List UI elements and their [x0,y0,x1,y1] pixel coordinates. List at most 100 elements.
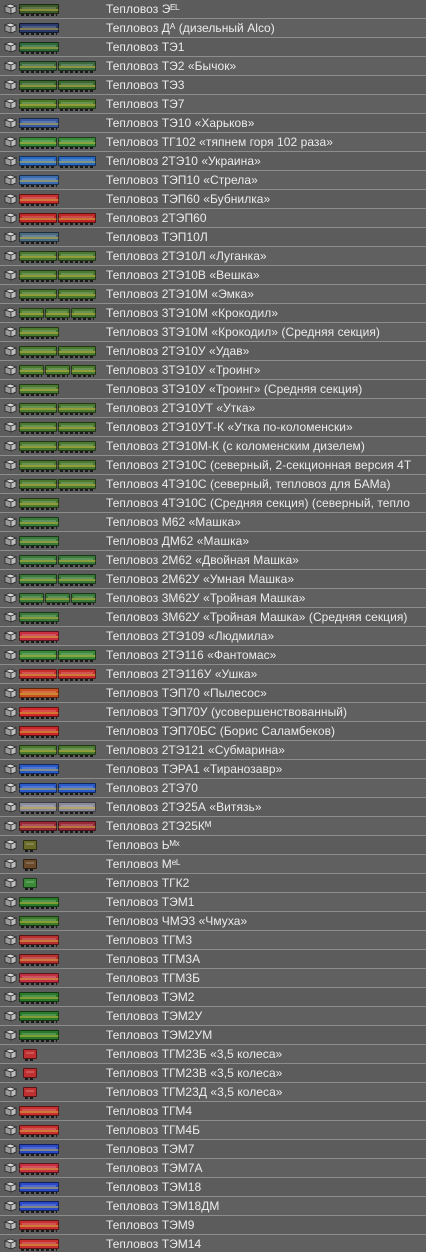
locomotive-thumbnail-icon [19,495,97,511]
list-item[interactable]: Тепловоз Мᵉᴸ [0,855,426,874]
list-item[interactable]: Тепловоз ТЭМ9 [0,1216,426,1235]
list-item[interactable]: Тепловоз 2ТЭ116У «Ушка» [0,665,426,684]
list-item[interactable]: Тепловоз 3ТЭ10М «Крокодил» [0,304,426,323]
locomotive-car [19,403,57,415]
locomotive-thumbnail-icon [19,609,97,625]
locomotive-thumbnail-icon [19,115,97,131]
list-item[interactable]: Тепловоз 2ТЭ109 «Людмила» [0,627,426,646]
list-item[interactable]: Тепловоз Эᴱᴸ [0,0,426,19]
list-item[interactable]: Тепловоз 3ТЭ10У «Троинг» [0,361,426,380]
list-item[interactable]: Тепловоз ТЭ1 [0,38,426,57]
list-item[interactable]: Тепловоз ТЭМ2УМ [0,1026,426,1045]
cube-icon [4,117,17,129]
list-item[interactable]: Тепловоз ТГМ23Д «3,5 колеса» [0,1083,426,1102]
list-item[interactable]: Тепловоз 3М62У «Тройная Машка» [0,589,426,608]
list-item[interactable]: Тепловоз 4ТЭ10С (северный, тепловоз для … [0,475,426,494]
list-item[interactable]: Тепловоз ТГМ23В «3,5 колеса» [0,1064,426,1083]
cube-icon [4,174,17,186]
list-item[interactable]: Тепловоз ТГМ3Б [0,969,426,988]
list-item[interactable]: Тепловоз 2ТЭ25А «Витязь» [0,798,426,817]
list-item[interactable]: Тепловоз 3ТЭ10У «Троинг» (Средняя секция… [0,380,426,399]
locomotive-thumbnail-icon [19,685,97,701]
list-item[interactable]: Тепловоз ТГ102 «тяпнем горя 102 раза» [0,133,426,152]
list-item[interactable]: Тепловоз ТЭМ2 [0,988,426,1007]
list-item[interactable]: Тепловоз 2ТЭ10 «Украина» [0,152,426,171]
list-item[interactable]: Тепловоз ТЭРА1 «Тиранозавр» [0,760,426,779]
cube-icon [4,573,17,585]
list-item[interactable]: Тепловоз 2ТЭ70 [0,779,426,798]
locomotive-car [19,745,57,757]
list-item[interactable]: Тепловоз ТЭП70 «Пылесос» [0,684,426,703]
list-item-label: Тепловоз ТЭМ7А [106,1161,203,1175]
list-item[interactable]: Тепловоз ТЭП70У (усовершенствованный) [0,703,426,722]
locomotive-car [19,232,59,244]
list-item[interactable]: Тепловоз 2М62 «Двойная Машка» [0,551,426,570]
locomotive-car [19,821,57,833]
list-item[interactable]: Тепловоз ТЭ7 [0,95,426,114]
list-item[interactable]: Тепловоз ТГМ3 [0,931,426,950]
list-item[interactable]: Тепловоз ТЭП10Л [0,228,426,247]
list-item-label: Тепловоз 2ТЭ25А «Витязь» [106,800,262,814]
cube-icon [4,345,17,357]
list-item[interactable]: Тепловоз ТЭ3 [0,76,426,95]
locomotive-car [58,802,96,814]
locomotive-car [19,1144,59,1156]
list-item[interactable]: Тепловоз ТГМ23Б «3,5 колеса» [0,1045,426,1064]
list-item[interactable]: Тепловоз 3ТЭ10М «Крокодил» (Средняя секц… [0,323,426,342]
vehicle-list[interactable]: Тепловоз Эᴱᴸ Тепловоз Дᴬ (дизельный Alco)… [0,0,426,1252]
list-item[interactable]: Тепловоз 2М62У «Умная Машка» [0,570,426,589]
locomotive-car [19,251,57,263]
list-item[interactable]: Тепловоз ТЭМ14 [0,1235,426,1252]
list-item[interactable]: Тепловоз ЧМЭ3 «Чмуха» [0,912,426,931]
list-item[interactable]: Тепловоз 2ТЭ116 «Фантомас» [0,646,426,665]
list-item[interactable]: Тепловоз 2ТЭ10Л «Луганка» [0,247,426,266]
cube-icon [4,763,17,775]
list-item-label: Тепловоз ТЭП10Л [106,230,208,244]
list-item[interactable]: Тепловоз М62 «Машка» [0,513,426,532]
list-item[interactable]: Тепловоз ТЭП10 «Стрела» [0,171,426,190]
list-item[interactable]: Тепловоз ТЭМ1 [0,893,426,912]
list-item[interactable]: Тепловоз ТГМ3А [0,950,426,969]
locomotive-car [19,175,59,187]
list-item[interactable]: Тепловоз Дᴬ (дизельный Alco) [0,19,426,38]
locomotive-thumbnail-icon [19,400,97,416]
list-item[interactable]: Тепловоз ТЭ10 «Харьков» [0,114,426,133]
locomotive-thumbnail-icon [19,286,97,302]
list-item[interactable]: Тепловоз ТЭМ7 [0,1140,426,1159]
list-item[interactable]: Тепловоз 2ТЭ10УТ-К «Утка по-коломенски» [0,418,426,437]
list-item-label: Тепловоз 2ТЭ10В «Вешка» [106,268,260,282]
list-item[interactable]: Тепловоз ТЭМ2У [0,1007,426,1026]
list-item-label: Тепловоз ТГМ3Б [106,971,201,985]
locomotive-car [58,137,96,149]
list-item-label: Тепловоз ТЭМ7 [106,1142,195,1156]
list-item[interactable]: Тепловоз 2ТЭ121 «Субмарина» [0,741,426,760]
locomotive-thumbnail-icon [19,742,97,758]
list-item[interactable]: Тепловоз ТЭ2 «Бычок» [0,57,426,76]
list-item[interactable]: Тепловоз Ьᴹˣ [0,836,426,855]
locomotive-car [58,460,96,472]
list-item[interactable]: Тепловоз 2ТЭ10УТ «Утка» [0,399,426,418]
list-item[interactable]: Тепловоз ТЭМ7А [0,1159,426,1178]
list-item[interactable]: Тепловоз 2ТЭ25Кᴹ [0,817,426,836]
list-item[interactable]: Тепловоз ТЭМ18ДМ [0,1197,426,1216]
list-item[interactable]: Тепловоз 2ТЭ10М «Эмка» [0,285,426,304]
list-item[interactable]: Тепловоз ТГК2 [0,874,426,893]
list-item[interactable]: Тепловоз 2ТЭ10В «Вешка» [0,266,426,285]
list-item[interactable]: Тепловоз 2ТЭ10С (северный, 2-секционная … [0,456,426,475]
list-item[interactable]: Тепловоз 2ТЭ10М-К (с коломенским дизелем… [0,437,426,456]
locomotive-car [58,99,96,111]
list-item[interactable]: Тепловоз ТЭМ18 [0,1178,426,1197]
list-item[interactable]: Тепловоз 4ТЭ10С (Средняя секция) (северн… [0,494,426,513]
list-item[interactable]: Тепловоз ДМ62 «Машка» [0,532,426,551]
list-item[interactable]: Тепловоз 2ТЭП60 [0,209,426,228]
list-item[interactable]: Тепловоз ТЭП70БС (Борис Саламбеков) [0,722,426,741]
list-item[interactable]: Тепловоз 3М62У «Тройная Машка» (Средняя … [0,608,426,627]
list-item[interactable]: Тепловоз ТГМ4 [0,1102,426,1121]
list-item[interactable]: Тепловоз ТЭП60 «Бубнилка» [0,190,426,209]
locomotive-car [19,1239,59,1251]
locomotive-car [19,156,57,168]
list-item[interactable]: Тепловоз 2ТЭ10У «Удав» [0,342,426,361]
list-item-label: Тепловоз Дᴬ (дизельный Alco) [106,21,275,35]
list-item[interactable]: Тепловоз ТГМ4Б [0,1121,426,1140]
locomotive-thumbnail-icon [19,932,97,948]
